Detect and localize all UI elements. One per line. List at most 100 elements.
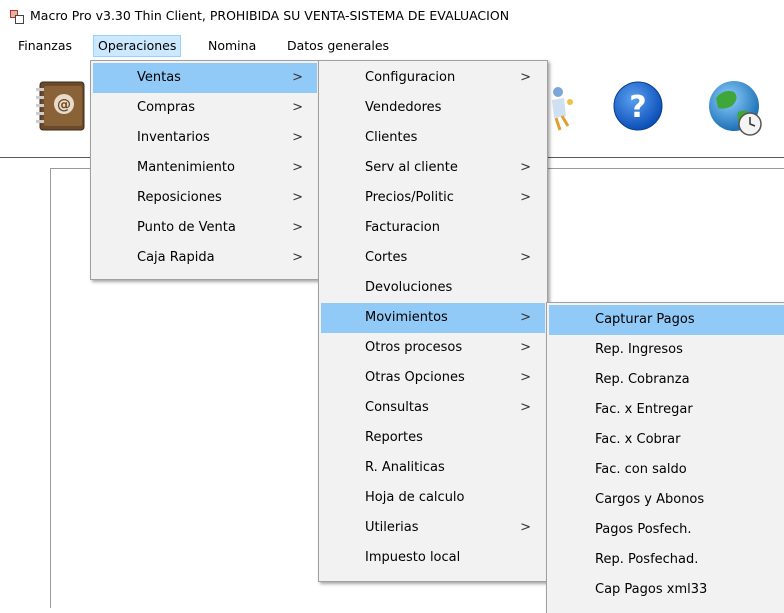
menu-item-consultas[interactable]: Consultas > <box>321 393 545 423</box>
menu-item-label: Cargos y Abonos <box>595 492 705 507</box>
menu-item-label: Ventas <box>137 70 181 85</box>
menu-item-reportes[interactable]: Reportes <box>321 423 545 453</box>
svg-text:@: @ <box>57 97 71 113</box>
menu-item-precios-politic[interactable]: Precios/Politic > <box>321 183 545 213</box>
submenu-arrow-icon: > <box>520 340 531 355</box>
menu-item-label: Precios/Politic <box>365 190 454 205</box>
submenu-arrow-icon: > <box>520 520 531 535</box>
menu-item-fac-con-saldo[interactable]: Fac. con saldo <box>549 455 784 485</box>
menu-item-hoja-de-calculo[interactable]: Hoja de calculo <box>321 483 545 513</box>
menu-item-label: Capturar Pagos <box>595 312 695 327</box>
menu-item-fac-x-cobrar[interactable]: Fac. x Cobrar <box>549 425 784 455</box>
submenu-arrow-icon: > <box>520 310 531 325</box>
menu-item-cargos-y-abonos[interactable]: Cargos y Abonos <box>549 485 784 515</box>
menu-item-rep-ingresos[interactable]: Rep. Ingresos <box>549 335 784 365</box>
menu-datos-generales[interactable]: Datos generales <box>283 36 393 56</box>
movimientos-submenu: Capturar Pagos Rep. Ingresos Rep. Cobran… <box>546 302 784 613</box>
menu-item-rep-posfechad[interactable]: Rep. Posfechad. <box>549 545 784 575</box>
menu-item-label: Pagos Posfech. <box>595 522 692 537</box>
menu-item-label: Fac. x Entregar <box>595 402 693 417</box>
menu-item-label: Rep. Ingresos <box>595 342 683 357</box>
app-icon <box>10 10 24 24</box>
menu-item-label: Rep. Cobranza <box>595 372 690 387</box>
menu-item-compras[interactable]: Compras > <box>93 93 317 123</box>
menu-item-label: Vendedores <box>365 100 442 115</box>
menu-item-label: Facturacion <box>365 220 440 235</box>
menu-item-label: Punto de Venta <box>137 220 236 235</box>
menu-item-label: Movimientos <box>365 310 448 325</box>
menu-item-label: Compras <box>137 100 196 115</box>
submenu-arrow-icon: > <box>520 70 531 85</box>
menu-item-otras-opciones[interactable]: Otras Opciones > <box>321 363 545 393</box>
help-icon[interactable]: ? <box>612 80 664 132</box>
menu-item-punto-de-venta[interactable]: Punto de Venta > <box>93 213 317 243</box>
menu-item-capturar-pagos[interactable]: Capturar Pagos <box>549 305 784 335</box>
address-book-icon[interactable]: @ <box>34 78 94 134</box>
menu-item-label: Otras Opciones <box>365 370 465 385</box>
menu-item-cortes[interactable]: Cortes > <box>321 243 545 273</box>
menu-item-label: Rep. Posfechad. <box>595 552 699 567</box>
submenu-arrow-icon: > <box>520 160 531 175</box>
menu-item-devoluciones[interactable]: Devoluciones <box>321 273 545 303</box>
menu-item-label: Mantenimiento <box>137 160 235 175</box>
submenu-arrow-icon: > <box>292 160 303 175</box>
submenu-arrow-icon: > <box>520 400 531 415</box>
globe-clock-icon[interactable] <box>706 78 766 138</box>
menu-item-vendedores[interactable]: Vendedores <box>321 93 545 123</box>
menu-item-configuracion[interactable]: Configuracion > <box>321 63 545 93</box>
submenu-arrow-icon: > <box>292 70 303 85</box>
menu-operaciones[interactable]: Operaciones <box>93 35 182 57</box>
menu-bar: Finanzas Operaciones Nomina Datos genera… <box>0 34 784 58</box>
submenu-arrow-icon: > <box>292 190 303 205</box>
menu-item-caja-rapida[interactable]: Caja Rapida > <box>93 243 317 273</box>
menu-finanzas[interactable]: Finanzas <box>14 36 76 56</box>
menu-item-movimientos[interactable]: Movimientos > <box>321 303 545 333</box>
window-title: Macro Pro v3.30 Thin Client, PROHIBIDA S… <box>30 8 510 23</box>
menu-item-label: Utilerias <box>365 520 419 535</box>
operaciones-menu: Ventas > Compras > Inventarios > Manteni… <box>90 60 320 280</box>
menu-item-otros-procesos[interactable]: Otros procesos > <box>321 333 545 363</box>
menu-item-reposiciones[interactable]: Reposiciones > <box>93 183 317 213</box>
menu-item-serv-al-cliente[interactable]: Serv al cliente > <box>321 153 545 183</box>
menu-item-r-analiticas[interactable]: R. Analiticas <box>321 453 545 483</box>
menu-item-utilerias[interactable]: Utilerias > <box>321 513 545 543</box>
menu-item-label: Fac. con saldo <box>595 462 687 477</box>
submenu-arrow-icon: > <box>292 250 303 265</box>
menu-item-inventarios[interactable]: Inventarios > <box>93 123 317 153</box>
menu-item-cap-pagos-xml33[interactable]: Cap Pagos xml33 <box>549 575 784 605</box>
menu-nomina[interactable]: Nomina <box>204 36 260 56</box>
svg-text:?: ? <box>629 90 646 125</box>
menu-item-label: Impuesto local <box>365 550 461 565</box>
submenu-arrow-icon: > <box>292 220 303 235</box>
menu-item-mantenimiento[interactable]: Mantenimiento > <box>93 153 317 183</box>
wizard-icon[interactable] <box>548 82 578 132</box>
submenu-arrow-icon: > <box>520 250 531 265</box>
menu-item-label: Serv al cliente <box>365 160 458 175</box>
submenu-arrow-icon: > <box>292 100 303 115</box>
menu-item-clientes[interactable]: Clientes <box>321 123 545 153</box>
ventas-submenu: Configuracion > Vendedores Clientes Serv… <box>318 60 548 582</box>
menu-item-label: Devoluciones <box>365 280 453 295</box>
menu-item-label: Cap Pagos xml33 <box>595 582 708 597</box>
menu-item-label: Configuracion <box>365 70 456 85</box>
menu-item-label: Inventarios <box>137 130 210 145</box>
menu-item-label: Clientes <box>365 130 418 145</box>
menu-item-label: Fac. x Cobrar <box>595 432 681 447</box>
menu-item-label: Reportes <box>365 430 423 445</box>
submenu-arrow-icon: > <box>520 370 531 385</box>
menu-item-rep-cobranza[interactable]: Rep. Cobranza <box>549 365 784 395</box>
menu-item-label: Reposiciones <box>137 190 222 205</box>
menu-item-facturacion[interactable]: Facturacion <box>321 213 545 243</box>
menu-item-impuesto-local[interactable]: Impuesto local <box>321 543 545 573</box>
menu-item-label: Otros procesos <box>365 340 463 355</box>
menu-item-label: Cortes <box>365 250 408 265</box>
menu-item-label: Consultas <box>365 400 429 415</box>
menu-item-pagos-posfech[interactable]: Pagos Posfech. <box>549 515 784 545</box>
title-bar: Macro Pro v3.30 Thin Client, PROHIBIDA S… <box>0 0 784 34</box>
menu-item-fac-x-entregar[interactable]: Fac. x Entregar <box>549 395 784 425</box>
menu-item-label: Hoja de calculo <box>365 490 465 505</box>
menu-item-ventas[interactable]: Ventas > <box>93 63 317 93</box>
submenu-arrow-icon: > <box>520 190 531 205</box>
submenu-arrow-icon: > <box>292 130 303 145</box>
menu-item-label: Caja Rapida <box>137 250 215 265</box>
